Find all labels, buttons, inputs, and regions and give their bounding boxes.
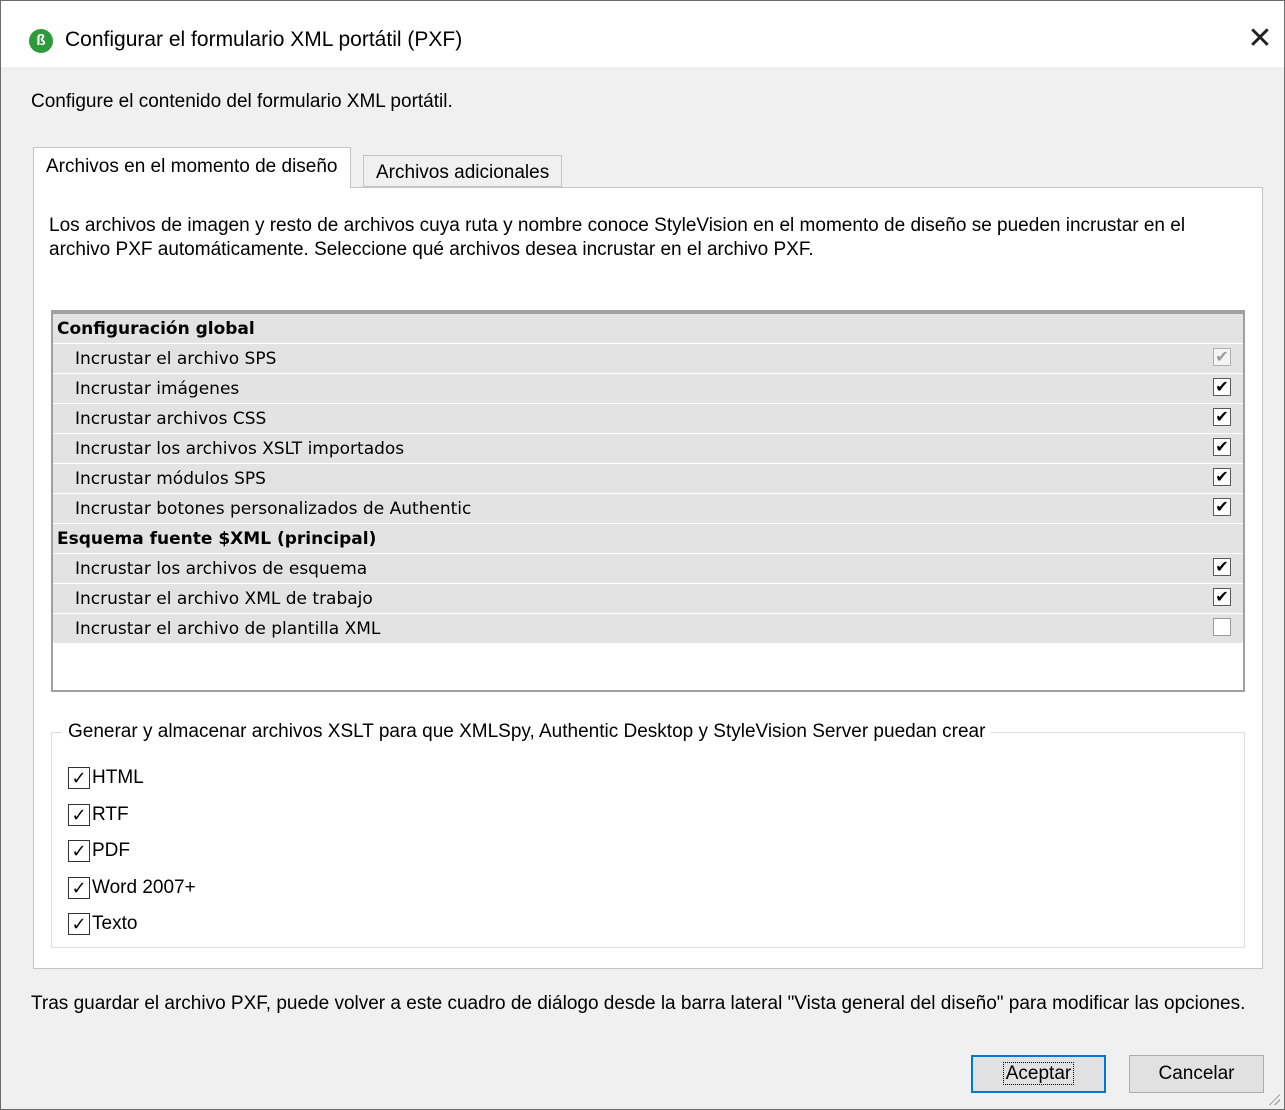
xslt-option-label: HTML <box>92 767 144 788</box>
grid-row: Incrustar el archivo XML de trabajo ✔ <box>53 584 1243 614</box>
grid-row: Incrustar imágenes ✔ <box>53 374 1243 404</box>
xslt-option-checkbox[interactable]: ✓ <box>68 766 90 789</box>
title-bar: ß Configurar el formulario XML portátil … <box>1 1 1284 67</box>
close-icon[interactable]: ✕ <box>1245 21 1275 57</box>
xslt-option-label: Word 2007+ <box>92 877 196 898</box>
grid-row-checkbox[interactable]: ✔ <box>1213 558 1231 576</box>
tab-design-time-files[interactable]: Archivos en el momento de diseño <box>33 147 351 188</box>
grid-row-checkbox[interactable]: ✔ <box>1213 468 1231 486</box>
footer-note: Tras guardar el archivo PXF, puede volve… <box>31 993 1246 1014</box>
xslt-option[interactable]: ✓ PDF <box>68 838 130 864</box>
grid-group-header: Configuración global <box>53 314 1243 344</box>
xslt-option[interactable]: ✓ RTF <box>68 802 129 828</box>
grid-row-label: Incrustar el archivo de plantilla XML <box>75 619 381 639</box>
intro-text: Configure el contenido del formulario XM… <box>31 91 453 112</box>
xslt-option-label: RTF <box>92 804 129 825</box>
grid-row-label: Incrustar los archivos de esquema <box>75 559 368 579</box>
grid-row: Incrustar el archivo de plantilla XML <box>53 614 1243 644</box>
xslt-option[interactable]: ✓ Word 2007+ <box>68 875 196 901</box>
tab-additional-files[interactable]: Archivos adicionales <box>363 155 563 187</box>
ok-button[interactable]: Aceptar <box>971 1055 1106 1093</box>
cancel-button[interactable]: Cancelar <box>1129 1055 1264 1093</box>
grid-row-label: Incrustar imágenes <box>75 379 240 399</box>
grid-row: Incrustar los archivos de esquema ✔ <box>53 554 1243 584</box>
grid-row-label: Incrustar módulos SPS <box>75 469 266 489</box>
xslt-option[interactable]: ✓ Texto <box>68 911 137 937</box>
resize-grip-icon[interactable] <box>1266 1091 1280 1105</box>
xslt-generation-group: Generar y almacenar archivos XSLT para q… <box>51 721 1245 948</box>
grid-group-header: Esquema fuente $XML (principal) <box>53 524 1243 554</box>
grid-row-checkbox[interactable] <box>1213 618 1231 636</box>
grid-row: Incrustar botones personalizados de Auth… <box>53 494 1243 524</box>
xslt-option-label: PDF <box>92 840 130 861</box>
grid-row: Incrustar módulos SPS ✔ <box>53 464 1243 494</box>
panel-description: Los archivos de imagen y resto de archiv… <box>49 215 1186 260</box>
grid-row-label: Incrustar el archivo XML de trabajo <box>75 589 373 609</box>
grid-row-checkbox[interactable]: ✔ <box>1213 438 1231 456</box>
xslt-option-checkbox[interactable]: ✓ <box>68 912 90 935</box>
grid-row: Incrustar los archivos XSLT importados ✔ <box>53 434 1243 464</box>
xslt-option[interactable]: ✓ HTML <box>68 765 144 791</box>
xslt-group-legend: Generar y almacenar archivos XSLT para q… <box>62 721 992 743</box>
xslt-option-checkbox[interactable]: ✓ <box>68 803 90 826</box>
grid-row-label: Incrustar los archivos XSLT importados <box>75 439 405 459</box>
grid-row-checkbox[interactable]: ✔ <box>1213 498 1231 516</box>
grid-row-checkbox[interactable]: ✔ <box>1213 408 1231 426</box>
ok-button-label: Aceptar <box>1002 1062 1075 1085</box>
grid-row-label: Incrustar botones personalizados de Auth… <box>75 499 472 519</box>
dialog-window: ß Configurar el formulario XML portátil … <box>0 0 1285 1110</box>
embed-settings-grid: Configuración global Incrustar el archivo… <box>51 310 1245 692</box>
xslt-option-label: Texto <box>92 913 138 934</box>
grid-row: Incrustar el archivo SPS ✔ <box>53 344 1243 374</box>
grid-row-label: Incrustar archivos CSS <box>75 409 267 429</box>
grid-row-checkbox[interactable]: ✔ <box>1213 588 1231 606</box>
xslt-option-checkbox[interactable]: ✓ <box>68 876 90 899</box>
grid-row: Incrustar archivos CSS ✔ <box>53 404 1243 434</box>
dialog-title: Configurar el formulario XML portátil (P… <box>65 28 463 51</box>
stylevision-app-icon: ß <box>29 29 53 53</box>
tab-panel: Los archivos de imagen y resto de archiv… <box>33 187 1263 969</box>
grid-row-checkbox[interactable]: ✔ <box>1213 378 1231 396</box>
grid-row-checkbox: ✔ <box>1213 348 1231 366</box>
grid-row-label: Incrustar el archivo SPS <box>75 349 277 369</box>
xslt-option-checkbox[interactable]: ✓ <box>68 839 90 862</box>
